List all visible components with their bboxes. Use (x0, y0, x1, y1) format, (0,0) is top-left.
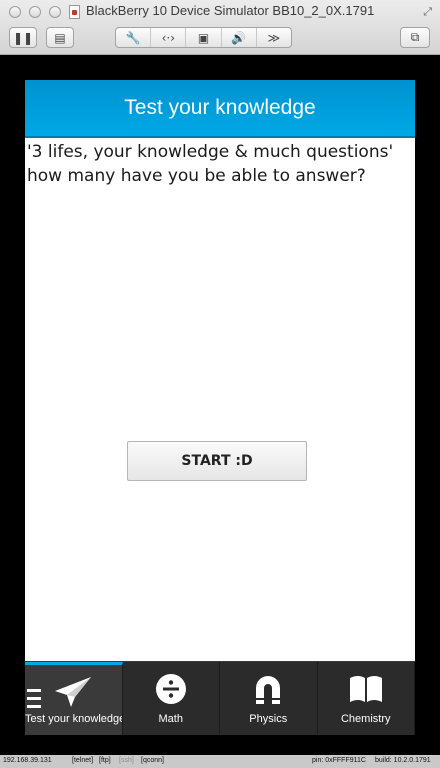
divide-icon (155, 674, 186, 704)
build-value: build: 10.2.0.1791 (375, 757, 431, 764)
ftp-link[interactable]: [ftp] (99, 757, 111, 764)
fast-forward-icon: ≫ (267, 30, 281, 45)
wrench-icon: 🔧 (125, 30, 141, 45)
sd-card-button[interactable]: ▣ (186, 28, 222, 47)
simulator-status-bar: 192.168.39.131 [telnet] [ftp] [ssh] [qco… (0, 755, 440, 768)
telnet-link[interactable]: [telnet] (72, 757, 93, 764)
pin-value: pin: 0xFFFF911C (312, 757, 366, 764)
tab-math[interactable]: Math (123, 662, 220, 735)
screenshot-button[interactable]: ▤ (46, 27, 74, 48)
paper-plane-icon (55, 677, 92, 707)
ssh-link[interactable]: [ssh] (119, 757, 134, 764)
app-title-bar: Test your knowledge (25, 80, 415, 138)
tab-physics[interactable]: Physics (220, 662, 318, 735)
sd-card-icon: ▣ (197, 30, 210, 45)
tab-bar: Test your knowledge Math Physics Chemist… (25, 661, 415, 735)
document-icon (69, 5, 80, 19)
speaker-button[interactable]: 🔊 (222, 28, 257, 47)
screenshot-icon: ▤ (54, 30, 66, 45)
menu-icon[interactable] (27, 689, 41, 713)
tab-label: Math (158, 713, 183, 725)
tab-label: Test your knowledge (25, 713, 122, 725)
fast-forward-button[interactable]: ≫ (257, 28, 291, 47)
window-button[interactable]: ⧉ (400, 27, 430, 48)
wrench-button[interactable]: 🔧 (116, 28, 152, 47)
device-screen: Test your knowledge '3 lifes, your knowl… (25, 80, 415, 734)
window-titlebar: BlackBerry 10 Device Simulator BB10_2_0X… (0, 0, 440, 55)
fullscreen-icon[interactable]: ⤢ (423, 5, 432, 19)
page-title: Test your knowledge (124, 96, 316, 119)
pause-icon: ❚❚ (12, 30, 34, 45)
simulator-tools-group: 🔧 ‹·› ▣ 🔊 ≫ (115, 27, 292, 48)
magnet-icon (256, 676, 281, 704)
window-title: BlackBerry 10 Device Simulator BB10_2_0X… (86, 3, 375, 18)
qconn-link[interactable]: [qconn] (141, 757, 164, 764)
tab-label: Chemistry (340, 713, 391, 725)
close-window-button[interactable] (9, 6, 21, 18)
question-text: '3 lifes, your knowledge & much question… (27, 140, 413, 188)
ip-address: 192.168.39.131 (3, 757, 52, 764)
book-icon (349, 676, 382, 702)
start-button[interactable]: START :D (127, 441, 307, 481)
tab-test-your-knowledge[interactable]: Test your knowledge (25, 662, 123, 735)
question-line: '3 lifes, your knowledge & much question… (27, 142, 394, 162)
swap-button[interactable]: ‹·› (151, 28, 187, 47)
minimize-window-button[interactable] (29, 6, 41, 18)
speaker-icon: 🔊 (231, 30, 247, 45)
question-line: how many have you be able to answer? (27, 166, 366, 186)
window-icon: ⧉ (410, 30, 420, 44)
zoom-window-button[interactable] (49, 6, 61, 18)
tab-chemistry[interactable]: Chemistry (318, 662, 415, 735)
swap-icon: ‹·› (161, 30, 176, 45)
pause-button[interactable]: ❚❚ (9, 27, 37, 48)
tab-label: Physics (249, 713, 288, 725)
